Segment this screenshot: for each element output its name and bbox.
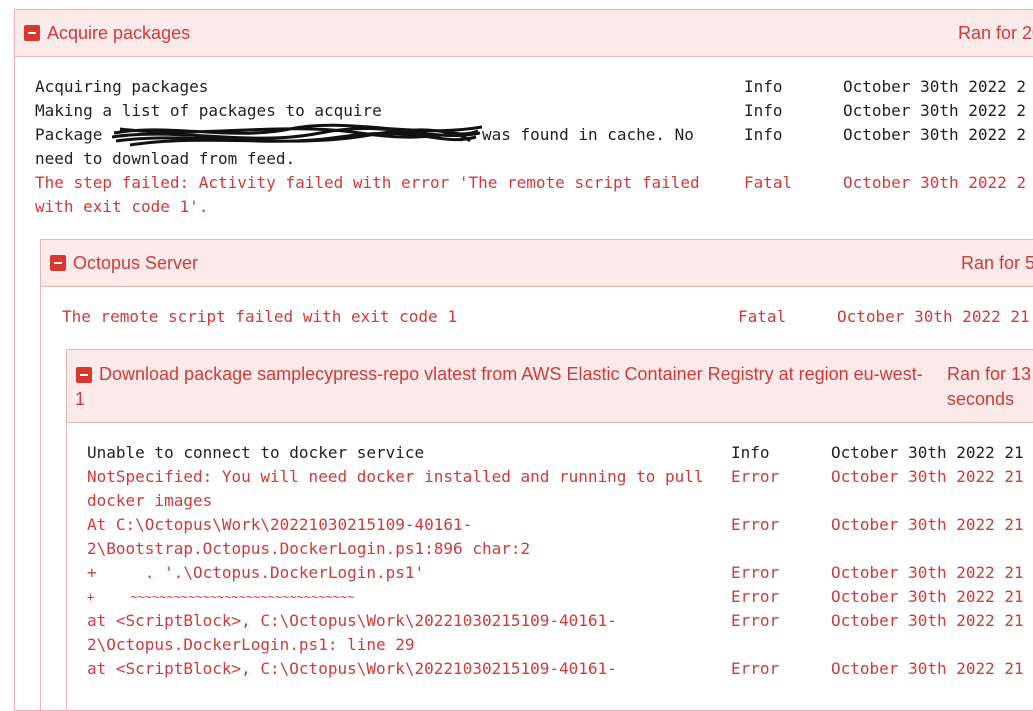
log-level: Error xyxy=(731,467,780,486)
log-timestamp: October 30th 2022 2 xyxy=(843,173,1027,192)
log-level: Error xyxy=(731,611,780,630)
log-message: at <ScriptBlock>, C:\Octopus\Work\202210… xyxy=(87,611,617,630)
log-message-line-2: 2\Bootstrap.Octopus.DockerLogin.ps1:896 … xyxy=(87,539,531,558)
log-message: + ~~~~~~~~~~~~~~~~~~~~~~~~~~~~~~~ xyxy=(87,590,355,604)
log-timestamp: October 30th 2022 21 xyxy=(831,659,1024,678)
download-package-header[interactable]: Download package samplecypress-repo vlat… xyxy=(67,350,1033,423)
log-timestamp: October 30th 2022 21 xyxy=(831,467,1024,486)
log-message: + . '.\Octopus.DockerLogin.ps1' xyxy=(87,563,425,582)
log-level: Fatal xyxy=(744,173,793,192)
octopus-server-title: Octopus Server xyxy=(73,253,199,273)
log-message: Package xyxy=(35,125,103,144)
log-timestamp: October 30th 2022 2 xyxy=(843,125,1027,144)
log-message-line-2: with exit code 1'. xyxy=(35,197,209,216)
log-timestamp: October 30th 2022 21 xyxy=(831,443,1024,462)
log-message: Unable to connect to docker service xyxy=(87,443,425,462)
log-message: Acquiring packages xyxy=(35,77,209,96)
collapse-acquire-packages-icon[interactable] xyxy=(24,25,40,41)
log-timestamp: October 30th 2022 21 xyxy=(837,307,1030,326)
download-package-duration-line-2: seconds xyxy=(947,389,1015,409)
log-message: Making a list of packages to acquire xyxy=(35,101,382,120)
download-package-duration: Ran for 13 xyxy=(947,364,1032,384)
log-level: Error xyxy=(731,587,780,606)
log-message: The step failed: Activity failed with er… xyxy=(35,173,700,192)
log-message-continued: was found in cache. No xyxy=(482,125,694,144)
log-level: Info xyxy=(744,125,783,144)
log-timestamp: October 30th 2022 2 xyxy=(843,77,1027,96)
log-level: Info xyxy=(744,77,783,96)
log-message: NotSpecified: You will need docker insta… xyxy=(87,467,704,486)
acquire-packages-duration: Ran for 20 xyxy=(958,23,1033,43)
octopus-server-header[interactable]: Octopus Server Ran for 5 xyxy=(41,240,1033,287)
collapse-octopus-server-icon[interactable] xyxy=(50,255,66,271)
log-timestamp: October 30th 2022 2 xyxy=(843,101,1027,120)
log-level: Info xyxy=(731,443,770,462)
log-message-line-2: need to download from feed. xyxy=(35,149,296,168)
log-message-line-2: docker images xyxy=(87,491,213,510)
log-timestamp: October 30th 2022 21 xyxy=(831,611,1024,630)
log-level: Error xyxy=(731,563,780,582)
log-message: The remote script failed with exit code … xyxy=(62,307,457,326)
log-message: at <ScriptBlock>, C:\Octopus\Work\202210… xyxy=(87,659,617,678)
octopus-server-duration: Ran for 5 xyxy=(961,253,1033,273)
log-level: Fatal xyxy=(738,307,787,326)
log-level: Error xyxy=(731,515,780,534)
download-package-title: Download package samplecypress-repo vlat… xyxy=(99,364,923,384)
collapse-download-package-icon[interactable] xyxy=(76,367,92,383)
acquire-packages-header[interactable]: Acquire packages Ran for 20 xyxy=(15,10,1033,57)
log-level: Info xyxy=(744,101,783,120)
acquire-packages-title: Acquire packages xyxy=(47,23,191,43)
log-message: At C:\Octopus\Work\20221030215109-40161- xyxy=(87,515,473,534)
log-timestamp: October 30th 2022 21 xyxy=(831,587,1024,606)
download-package-title-line-2: 1 xyxy=(75,389,86,409)
log-message-line-2: 2\Octopus.DockerLogin.ps1: line 29 xyxy=(87,635,415,654)
log-level: Error xyxy=(731,659,780,678)
log-timestamp: October 30th 2022 21 xyxy=(831,515,1024,534)
log-timestamp: October 30th 2022 21 xyxy=(831,563,1024,582)
